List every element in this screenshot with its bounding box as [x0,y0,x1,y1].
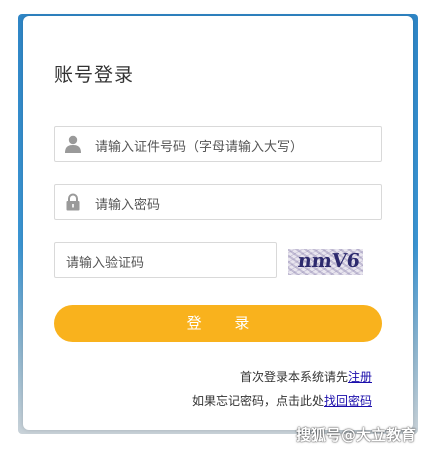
captcha-input[interactable]: 请输入验证码 [54,242,277,278]
register-link[interactable]: 注册 [348,370,372,384]
captcha-image[interactable]: nmV6 [288,249,363,275]
password-placeholder: 请输入密码 [95,198,161,213]
recover-note: 如果忘记密码，点击此处找回密码 [192,392,372,409]
id-number-field[interactable]: 请输入证件号码（字母请输入大写） [54,126,382,162]
user-icon [65,135,81,153]
captcha-text: nmV6 [296,250,362,272]
recover-password-link[interactable]: 找回密码 [324,394,372,408]
watermark: 搜狐号@大立教育 [295,426,416,444]
password-field[interactable]: 请输入密码 [54,184,382,220]
lock-icon [66,193,80,211]
id-number-placeholder: 请输入证件号码（字母请输入大写） [95,140,304,155]
recover-prefix: 如果忘记密码，点击此处 [191,394,324,408]
register-note: 首次登录本系统请先注册 [240,368,372,385]
login-card: 账号登录 请输入证件号码（字母请输入大写） 请输入密码 请输入验证码 nmV6 … [23,16,413,430]
login-button[interactable]: 登 录 [54,305,382,342]
captcha-placeholder: 请输入验证码 [66,256,145,271]
register-prefix: 首次登录本系统请先 [239,370,348,384]
login-title: 账号登录 [54,64,135,86]
